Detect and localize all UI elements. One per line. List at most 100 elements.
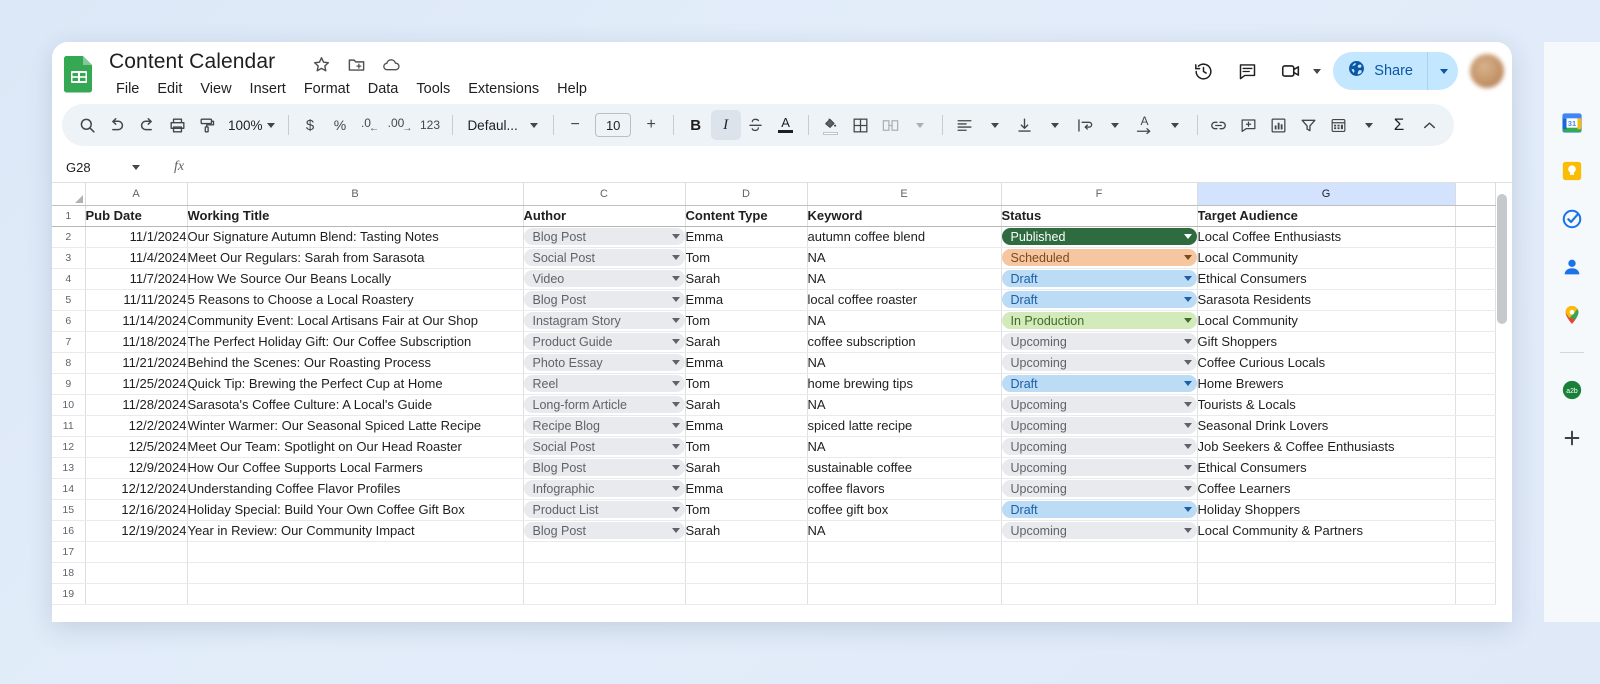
- font-family-selector[interactable]: Defaul...: [459, 118, 545, 133]
- cell-pub-date[interactable]: 12/9/2024: [85, 457, 187, 478]
- cell-pub-date[interactable]: 12/2/2024: [85, 415, 187, 436]
- insert-comment-icon[interactable]: [1234, 110, 1264, 140]
- row-header-16[interactable]: 16: [52, 520, 85, 541]
- merge-options-caret[interactable]: [905, 110, 935, 140]
- empty-cell[interactable]: [1455, 331, 1495, 352]
- cell-author[interactable]: Reel: [523, 373, 685, 394]
- chevron-down-icon[interactable]: [1184, 507, 1192, 512]
- dropdown-chip[interactable]: Blog Post: [524, 228, 685, 245]
- chevron-down-icon[interactable]: [672, 465, 680, 470]
- cell-content-type[interactable]: Tom: [685, 436, 807, 457]
- row-header-11[interactable]: 11: [52, 415, 85, 436]
- chevron-down-icon[interactable]: [1184, 276, 1192, 281]
- chevron-down-icon[interactable]: [672, 360, 680, 365]
- cell-status[interactable]: Upcoming: [1001, 331, 1197, 352]
- font-size-input[interactable]: 10: [595, 113, 631, 137]
- cell-keyword[interactable]: NA: [807, 520, 1001, 541]
- cell-keyword[interactable]: NA: [807, 352, 1001, 373]
- cell-keyword[interactable]: NA: [807, 394, 1001, 415]
- dropdown-chip[interactable]: Blog Post: [524, 522, 685, 539]
- cell-working-title[interactable]: Winter Warmer: Our Seasonal Spiced Latte…: [187, 415, 523, 436]
- chevron-down-icon[interactable]: [672, 402, 680, 407]
- cell-keyword[interactable]: NA: [807, 436, 1001, 457]
- cell-author[interactable]: Video: [523, 268, 685, 289]
- empty-cell[interactable]: [85, 583, 187, 604]
- italic-button[interactable]: I: [711, 110, 741, 140]
- dropdown-chip[interactable]: Upcoming: [1002, 354, 1197, 371]
- cell-pub-date[interactable]: 12/12/2024: [85, 478, 187, 499]
- cell-author[interactable]: Social Post: [523, 436, 685, 457]
- menu-insert[interactable]: Insert: [241, 78, 295, 100]
- chevron-down-icon[interactable]: [672, 339, 680, 344]
- empty-cell[interactable]: [1455, 562, 1495, 583]
- cell-status[interactable]: Draft: [1001, 289, 1197, 310]
- strikethrough-icon[interactable]: [741, 110, 771, 140]
- cell-working-title[interactable]: How Our Coffee Supports Local Farmers: [187, 457, 523, 478]
- dropdown-chip[interactable]: Reel: [524, 375, 685, 392]
- cell-target-audience[interactable]: Job Seekers & Coffee Enthusiasts: [1197, 436, 1455, 457]
- borders-icon[interactable]: [845, 110, 875, 140]
- cell-working-title[interactable]: Sarasota's Coffee Culture: A Local's Gui…: [187, 394, 523, 415]
- header-cell-pub-date[interactable]: Pub Date: [85, 205, 187, 226]
- cell-target-audience[interactable]: Gift Shoppers: [1197, 331, 1455, 352]
- cell-keyword[interactable]: coffee subscription: [807, 331, 1001, 352]
- cell-keyword[interactable]: NA: [807, 310, 1001, 331]
- row-header-7[interactable]: 7: [52, 331, 85, 352]
- cell-pub-date[interactable]: 11/25/2024: [85, 373, 187, 394]
- dropdown-chip[interactable]: In Production: [1002, 312, 1197, 329]
- spreadsheet-grid[interactable]: A B C D E F G 1 Pub Date Working Title A…: [52, 182, 1512, 622]
- dropdown-chip[interactable]: Blog Post: [524, 459, 685, 476]
- google-maps-icon[interactable]: [1561, 304, 1583, 326]
- menu-data[interactable]: Data: [359, 78, 408, 100]
- cell-content-type[interactable]: Tom: [685, 310, 807, 331]
- chevron-down-icon[interactable]: [672, 297, 680, 302]
- column-header-C[interactable]: C: [523, 183, 685, 205]
- chevron-down-icon[interactable]: [1184, 318, 1192, 323]
- cell-status[interactable]: Scheduled: [1001, 247, 1197, 268]
- dropdown-chip[interactable]: Draft: [1002, 270, 1197, 287]
- chevron-down-icon[interactable]: [1184, 339, 1192, 344]
- cell-working-title[interactable]: Quick Tip: Brewing the Perfect Cup at Ho…: [187, 373, 523, 394]
- column-header-E[interactable]: E: [807, 183, 1001, 205]
- row-header-10[interactable]: 10: [52, 394, 85, 415]
- dropdown-chip[interactable]: Recipe Blog: [524, 417, 685, 434]
- comment-icon[interactable]: [1227, 51, 1267, 91]
- row-header-19[interactable]: 19: [52, 583, 85, 604]
- cell-target-audience[interactable]: Home Brewers: [1197, 373, 1455, 394]
- empty-cell[interactable]: [1001, 541, 1197, 562]
- cell-status[interactable]: In Production: [1001, 310, 1197, 331]
- header-cell-target-audience[interactable]: Target Audience: [1197, 205, 1455, 226]
- cell-working-title[interactable]: How We Source Our Beans Locally: [187, 268, 523, 289]
- cell-status[interactable]: Upcoming: [1001, 394, 1197, 415]
- functions-icon[interactable]: [1324, 110, 1354, 140]
- dropdown-chip[interactable]: Draft: [1002, 375, 1197, 392]
- cell-content-type[interactable]: Emma: [685, 352, 807, 373]
- dropdown-chip[interactable]: Product Guide: [524, 333, 685, 350]
- google-calendar-icon[interactable]: 31: [1561, 112, 1583, 134]
- cell-working-title[interactable]: Meet Our Team: Spotlight on Our Head Roa…: [187, 436, 523, 457]
- menu-help[interactable]: Help: [548, 78, 596, 100]
- chevron-down-icon[interactable]: [672, 507, 680, 512]
- cell-author[interactable]: Blog Post: [523, 289, 685, 310]
- row-header-2[interactable]: 2: [52, 226, 85, 247]
- cell-target-audience[interactable]: Local Community & Partners: [1197, 520, 1455, 541]
- more-formats-button[interactable]: 123: [415, 110, 445, 140]
- empty-cell[interactable]: [523, 562, 685, 583]
- cloud-saved-icon[interactable]: [382, 55, 401, 74]
- text-color-button[interactable]: A: [771, 110, 801, 140]
- empty-cell[interactable]: [1197, 562, 1455, 583]
- cell-content-type[interactable]: Sarah: [685, 331, 807, 352]
- horizontal-align-icon[interactable]: [950, 110, 980, 140]
- increase-font-size-button[interactable]: +: [636, 110, 666, 140]
- chevron-down-icon[interactable]: [672, 528, 680, 533]
- dropdown-chip[interactable]: Social Post: [524, 438, 685, 455]
- empty-cell[interactable]: [807, 562, 1001, 583]
- dropdown-chip[interactable]: Draft: [1002, 291, 1197, 308]
- google-sheets-logo-icon[interactable]: [62, 55, 96, 93]
- empty-cell[interactable]: [1455, 583, 1495, 604]
- row-header-1[interactable]: 1: [52, 205, 85, 226]
- cell-target-audience[interactable]: Holiday Shoppers: [1197, 499, 1455, 520]
- insert-chart-icon[interactable]: [1264, 110, 1294, 140]
- cell-content-type[interactable]: Emma: [685, 415, 807, 436]
- cell-author[interactable]: Product Guide: [523, 331, 685, 352]
